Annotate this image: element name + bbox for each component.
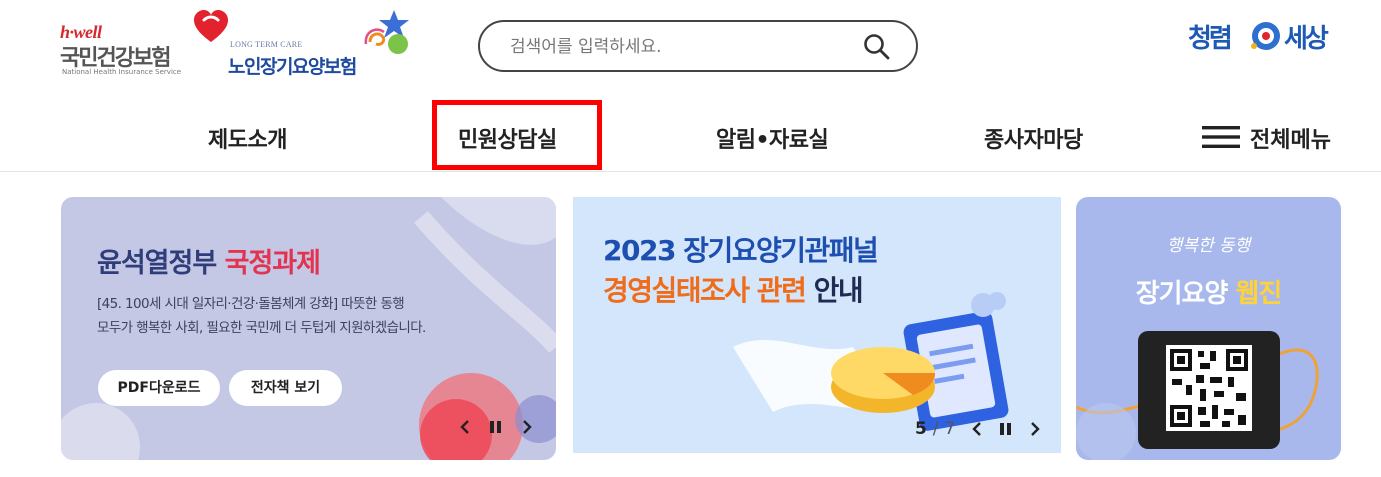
ltci-logo[interactable]: LONG TERM CARE 노인장기요양보험 xyxy=(228,8,412,78)
pager-current: 5 xyxy=(915,419,927,439)
pause-icon[interactable] xyxy=(489,419,503,435)
policy-slider-controls xyxy=(459,413,539,439)
webzine-script: 행복한 동행 xyxy=(1166,236,1251,256)
webzine-banner[interactable]: 행복한 동행 장기요양 웹진 xyxy=(1076,197,1341,460)
ltci-name: 노인장기요양보험 xyxy=(228,56,357,78)
search-box xyxy=(478,20,918,72)
webzine-title-accent: 웹진 xyxy=(1235,279,1282,309)
search-icon[interactable] xyxy=(862,32,892,62)
policy-title-main: 윤석열정부 xyxy=(97,248,217,279)
page: h·well 국민건강보험 National Health Insurance … xyxy=(0,0,1381,477)
prev-arrow-icon[interactable] xyxy=(459,419,471,435)
nav-item-civil-counsel[interactable]: 민원상담실 xyxy=(458,122,557,154)
main-nav: 제도소개 민원상담실 알림•자료실 종사자마당 전체메뉴 xyxy=(0,96,1381,172)
clean-world-logo[interactable]: 청렴 세상 xyxy=(1188,14,1342,60)
next-arrow-icon[interactable] xyxy=(521,419,533,435)
nhis-english: National Health Insurance Service xyxy=(62,68,182,76)
nav-item-worker-space[interactable]: 종사자마당 xyxy=(984,122,1083,154)
nhis-logo[interactable]: h·well 국민건강보험 National Health Insurance … xyxy=(60,8,230,78)
slide-pager: 5 / 7 xyxy=(915,419,955,439)
policy-title-accent: 국정과제 xyxy=(224,248,321,279)
pdf-download-button[interactable]: PDF다운로드 xyxy=(98,370,220,406)
policy-desc-line2: 모두가 행복한 사회, 필요한 국민께 더 두텁게 지원하겠습니다. xyxy=(97,320,426,336)
hamburger-icon xyxy=(1202,126,1240,148)
tablet-illustration xyxy=(1138,331,1280,449)
webzine-title: 장기요양 웹진 xyxy=(1076,273,1341,310)
clean-world-left: 청렴 xyxy=(1188,24,1233,54)
clean-world-right: 세상 xyxy=(1284,24,1329,54)
panel-survey-banner[interactable]: 2023 장기요양기관패널 경영실태조사 관련 안내 5 / 7 xyxy=(573,197,1061,453)
pause-icon[interactable] xyxy=(999,421,1013,437)
clean-world-emblem-icon xyxy=(1251,22,1280,50)
heart-logo-icon xyxy=(194,10,228,42)
panel-slider-controls xyxy=(967,417,1047,443)
policy-banner-title: 윤석열정부 국정과제 xyxy=(97,241,321,280)
pager-total: 7 xyxy=(944,419,956,439)
nav-item-notice-archive[interactable]: 알림•자료실 xyxy=(716,122,829,154)
search-input[interactable] xyxy=(510,34,840,60)
webzine-title-main: 장기요양 xyxy=(1135,279,1229,309)
star-swirl-logo-icon xyxy=(364,10,409,54)
all-menu-label: 전체메뉴 xyxy=(1250,128,1331,153)
policy-desc-line1: [45. 100세 시대 일자리·건강·돌봄체계 강화] 따뜻한 동행 xyxy=(97,296,405,312)
panel-banner-title: 2023 장기요양기관패널 xyxy=(603,234,879,267)
pager-separator: / xyxy=(932,419,939,439)
policy-banner-description: [45. 100세 시대 일자리·건강·돌봄체계 강화] 따뜻한 동행 모두가 … xyxy=(97,292,426,340)
prev-arrow-icon[interactable] xyxy=(971,421,983,437)
panel-subtitle-accent: 경영실태조사 관련 xyxy=(603,274,807,307)
nav-item-system-intro[interactable]: 제도소개 xyxy=(208,122,287,154)
ltci-english: LONG TERM CARE xyxy=(230,40,303,49)
policy-banner[interactable]: 윤석열정부 국정과제 [45. 100세 시대 일자리·건강·돌봄체계 강화] … xyxy=(61,197,556,460)
panel-subtitle-dark: 안내 xyxy=(813,274,864,307)
panel-banner-subtitle: 경영실태조사 관련 안내 xyxy=(603,269,864,309)
ebook-view-button[interactable]: 전자책 보기 xyxy=(229,370,342,406)
next-arrow-icon[interactable] xyxy=(1029,421,1041,437)
qr-code-icon[interactable] xyxy=(1166,345,1252,431)
